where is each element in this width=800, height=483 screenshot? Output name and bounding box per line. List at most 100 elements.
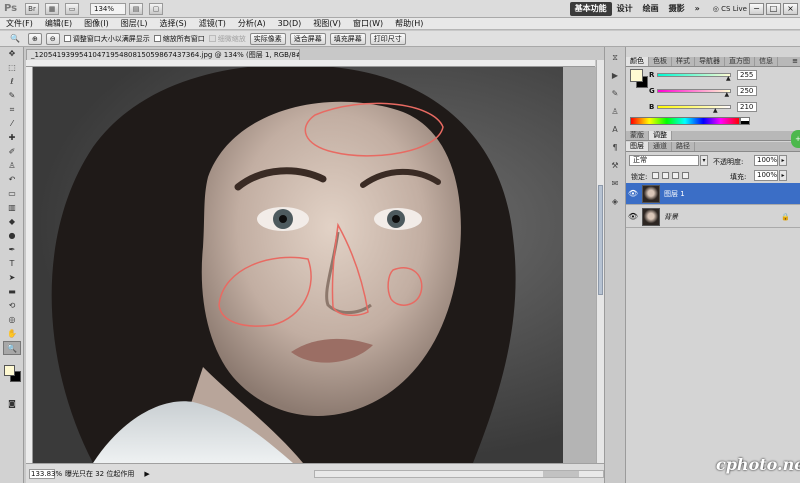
status-zoom-field[interactable]: 133.83% [29, 468, 62, 479]
menu-select[interactable]: 选择(S) [153, 18, 192, 30]
close-window-button[interactable]: × [783, 2, 798, 15]
maximize-button[interactable]: □ [766, 2, 781, 15]
lock-image-icon[interactable] [662, 172, 669, 179]
3d-panel-icon[interactable]: ◈ [608, 195, 622, 209]
horizontal-scrollbar[interactable] [314, 469, 604, 478]
vertical-scroll-thumb[interactable] [598, 185, 603, 295]
move-tool-icon[interactable]: ✥ [3, 47, 21, 61]
tab-navigator[interactable]: 导航器 [695, 57, 725, 66]
tab-masks[interactable]: 蒙版 [626, 131, 649, 140]
tab-layers[interactable]: 图层 [626, 142, 649, 151]
layer-name[interactable]: 图层 1 [664, 189, 685, 199]
zoom-in-icon[interactable]: ⊕ [28, 32, 42, 45]
tab-info[interactable]: 信息 [755, 57, 778, 66]
3d-rotate-tool-icon[interactable]: ⟲ [3, 299, 21, 313]
document-tab[interactable]: _1205419399541047195480815059867437364.j… [26, 49, 300, 60]
history-brush-tool-icon[interactable]: ↶ [3, 173, 21, 187]
black-white-picker[interactable] [740, 117, 750, 125]
layer-name[interactable]: 背景 [664, 212, 678, 222]
mini-bridge-icon[interactable]: ▦ [45, 2, 59, 15]
menu-analysis[interactable]: 分析(A) [232, 18, 272, 30]
expand-panel-button[interactable]: + [791, 130, 800, 148]
zoom-all-windows-checkbox[interactable]: 缩放所有窗口 [153, 34, 205, 44]
horizontal-ruler[interactable] [26, 60, 595, 67]
path-selection-tool-icon[interactable]: ➤ [3, 271, 21, 285]
lock-all-icon[interactable] [682, 172, 689, 179]
vertical-ruler[interactable] [26, 67, 33, 463]
scrubby-zoom-checkbox[interactable]: 细微缩放 [208, 34, 246, 44]
menu-file[interactable]: 文件(F) [0, 18, 39, 30]
workspace-painting[interactable]: 绘画 [638, 2, 664, 16]
pen-tool-icon[interactable]: ✒ [3, 243, 21, 257]
3d-orbit-tool-icon[interactable]: ◎ [3, 313, 21, 327]
blend-mode-dropdown-icon[interactable]: ▾ [700, 155, 708, 166]
menu-edit[interactable]: 编辑(E) [39, 18, 78, 30]
opacity-slider-icon[interactable]: ▸ [779, 155, 787, 166]
color-swatches[interactable] [4, 365, 22, 383]
actions-panel-icon[interactable]: ▶ [608, 69, 622, 83]
eyedropper-tool-icon[interactable]: ⁄ [3, 117, 21, 131]
minimize-button[interactable]: − [749, 2, 764, 15]
history-panel-icon[interactable]: ⧖ [608, 51, 622, 65]
tab-paths[interactable]: 路径 [672, 142, 695, 151]
blur-tool-icon[interactable]: ◆ [3, 215, 21, 229]
clone-stamp-tool-icon[interactable]: ♙ [3, 159, 21, 173]
resize-windows-checkbox[interactable]: 调整窗口大小以满屏显示 [63, 34, 150, 44]
eraser-tool-icon[interactable]: ▭ [3, 187, 21, 201]
actual-pixels-button[interactable]: 实际像素 [249, 32, 286, 45]
brush-tool-icon[interactable]: ✐ [3, 145, 21, 159]
zoom-out-icon[interactable]: ⊖ [45, 32, 60, 45]
tab-histogram[interactable]: 直方图 [725, 57, 755, 66]
zoom-tool-preset-icon[interactable]: 🔍 [6, 32, 24, 46]
blue-slider-knob[interactable]: ▲ [713, 108, 718, 114]
menu-image[interactable]: 图像(I) [78, 18, 115, 30]
hand-tool-icon[interactable]: ✋ [3, 327, 21, 341]
lasso-tool-icon[interactable]: ℓ [3, 75, 21, 89]
red-slider[interactable] [657, 73, 731, 77]
tab-swatches[interactable]: 色板 [649, 57, 672, 66]
fill-field[interactable]: 100% [754, 170, 778, 181]
crop-tool-icon[interactable]: ⌗ [3, 103, 21, 117]
green-value-field[interactable]: 250 [737, 86, 757, 96]
tab-channels[interactable]: 通道 [649, 142, 672, 151]
brush-panel-icon[interactable]: ✎ [608, 87, 622, 101]
menu-help[interactable]: 帮助(H) [389, 18, 429, 30]
lock-transparent-icon[interactable] [652, 172, 659, 179]
arrange-documents-icon[interactable]: ▤ [129, 2, 143, 15]
menu-window[interactable]: 窗口(W) [347, 18, 389, 30]
zoom-tool-icon[interactable]: 🔍 [3, 341, 21, 355]
green-slider[interactable] [657, 89, 731, 93]
tab-adjustments[interactable]: 调整 [649, 131, 672, 140]
shape-tool-icon[interactable]: ▬ [3, 285, 21, 299]
cs-live-button[interactable]: ◎ CS Live [713, 5, 747, 13]
lock-position-icon[interactable] [672, 172, 679, 179]
fit-screen-button[interactable]: 适合屏幕 [289, 32, 326, 45]
gradient-tool-icon[interactable]: ▥ [3, 201, 21, 215]
green-slider-knob[interactable]: ▲ [725, 92, 730, 98]
menu-3d[interactable]: 3D(D) [272, 18, 308, 30]
tool-presets-icon[interactable]: ⚒ [608, 159, 622, 173]
red-slider-knob[interactable]: ▲ [726, 76, 731, 82]
color-spectrum-bar[interactable] [630, 117, 740, 125]
fill-screen-button[interactable]: 填充屏幕 [329, 32, 366, 45]
screen-mode-icon[interactable]: ▢ [149, 2, 163, 15]
paragraph-panel-icon[interactable]: ¶ [608, 141, 622, 155]
horizontal-scroll-thumb[interactable] [543, 470, 579, 477]
tab-color[interactable]: 颜色 [626, 57, 649, 66]
print-size-button[interactable]: 打印尺寸 [369, 32, 406, 45]
tab-styles[interactable]: 样式 [672, 57, 695, 66]
menu-layer[interactable]: 图层(L) [115, 18, 154, 30]
blue-value-field[interactable]: 210 [737, 102, 757, 112]
notes-panel-icon[interactable]: ✉ [608, 177, 622, 191]
healing-brush-tool-icon[interactable]: ✚ [3, 131, 21, 145]
workspace-photography[interactable]: 摄影 [664, 2, 690, 16]
status-menu-arrow-icon[interactable]: ▶ [144, 470, 149, 478]
color-panel-foreground-swatch[interactable] [630, 69, 643, 82]
workspace-design[interactable]: 设计 [612, 2, 638, 16]
blue-slider[interactable] [657, 105, 731, 109]
foreground-color-swatch[interactable] [4, 365, 15, 376]
blend-mode-select[interactable]: 正常 [629, 155, 699, 166]
more-workspaces-button[interactable]: » [690, 2, 705, 16]
fill-slider-icon[interactable]: ▸ [779, 170, 787, 181]
panel-menu-icon[interactable]: ≡ [790, 57, 800, 66]
